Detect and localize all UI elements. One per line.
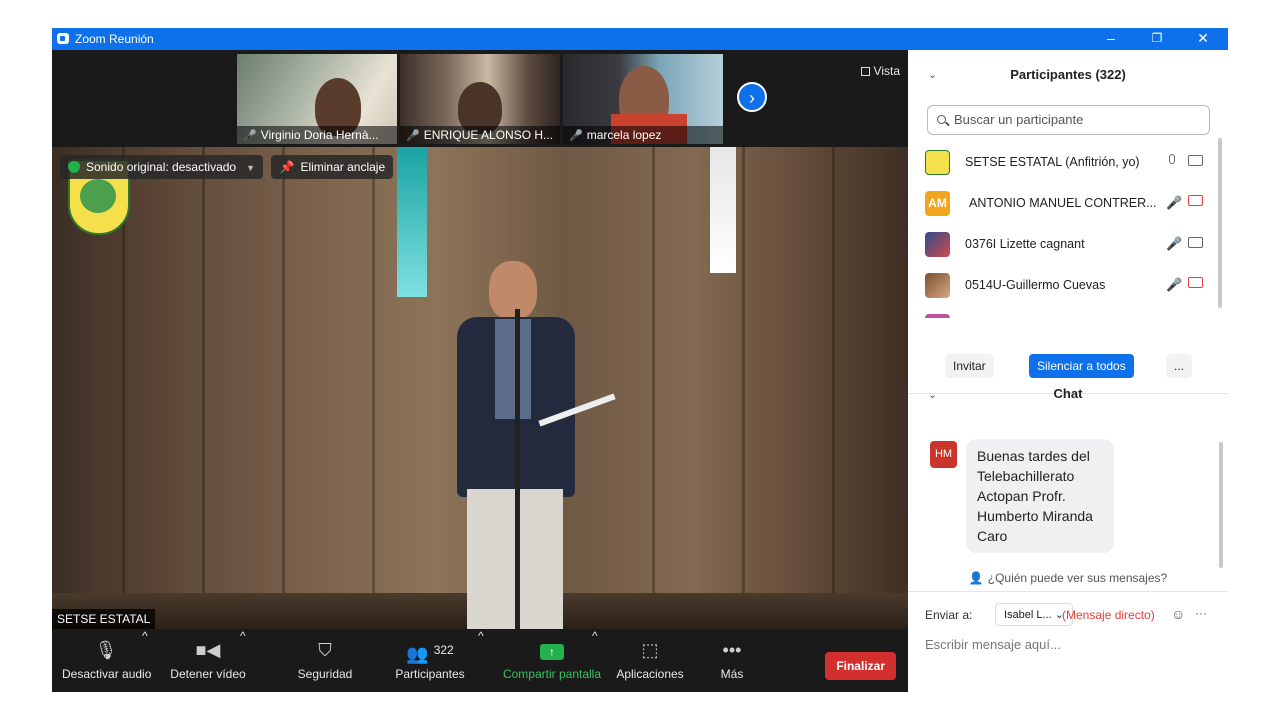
grid-icon [860,67,870,76]
close-button[interactable]: ✕ [1188,30,1218,47]
unpin-button[interactable]: 📌 Eliminar anclaje [271,155,394,179]
participants-button[interactable]: 👥 322 Participantes [392,629,468,692]
avatar [925,314,950,318]
microphone-icon: 🎙 [94,640,118,660]
chat-title: Chat [1053,386,1083,401]
end-meeting-button[interactable]: Finalizar [825,652,896,680]
participant-list: SETSE ESTATAL (Anfitrión, yo) AM ANTONIO… [908,142,1228,318]
shield-icon: ⛉ [318,640,332,660]
participants-icon: 👥 [406,644,429,664]
chat-sender-avatar: HM [930,441,957,468]
zoom-logo-icon [57,33,69,44]
thumbnail-name: 🎤 ENRIQUE ALONSO H... [400,126,560,144]
mute-all-button[interactable]: Silenciar a todos [1029,354,1134,378]
message-visibility-link[interactable]: 👤 ¿Quién puede ver sus mensajes? [908,571,1228,585]
audio-options-caret-icon[interactable]: ^ [142,629,148,643]
participant-row[interactable]: 0376I Lizette cagnant 🎤 [908,224,1208,265]
thumbnail-strip: 🎤 Virginio Doria Hernà... 🎤 ENRIQUE ALONSO… [52,50,908,147]
participants-more-button[interactable]: ... [1166,354,1193,378]
share-options-caret-icon[interactable]: ^ [592,629,598,643]
participants-options-caret-icon[interactable]: ^ [478,629,484,643]
dropdown-caret-icon: ▼ [246,163,256,173]
meeting-area: 🎤 Virginio Doria Hernà... 🎤 ENRIQUE ALONSO… [52,50,908,692]
stop-video-button[interactable]: ■◀ Detener vídeo [168,629,248,692]
apps-button[interactable]: ⬚ Aplicaciones [614,629,686,692]
mic-muted-icon: 🎤 [406,130,420,142]
mic-muted-icon[interactable]: 🎤 [1166,195,1182,211]
participant-row[interactable] [908,306,1208,318]
mic-muted-icon: 🎤 [569,130,583,142]
divider [908,591,1228,592]
mic-muted-icon[interactable]: 🎤 [1166,277,1182,293]
mute-button[interactable]: 🎙 Desactivar audio [62,629,151,692]
person-info-icon: 👤 [968,571,984,585]
minimize-button[interactable]: – [1096,30,1126,46]
active-speaker-video: Sonido original: desactivado ▼ 📌 Eliminar … [52,147,908,629]
more-button[interactable]: ••• Más [712,629,752,692]
search-icon [937,115,946,124]
chat-more-icon[interactable]: ··· [1195,606,1207,620]
decoration [710,147,736,273]
video-off-icon[interactable] [1188,277,1203,288]
participants-title: Participantes (322) [1010,67,1126,82]
video-off-icon[interactable] [1188,195,1203,206]
chevron-right-icon: › [749,88,755,108]
chat-scrollbar[interactable] [1219,442,1223,568]
view-button[interactable]: Vista [860,64,900,78]
speaker-figure [417,239,616,629]
zoom-window: Zoom Reunión – ❐ ✕ 🎤 Virginio Doria Hernà… [52,28,1228,692]
video-thumbnail[interactable]: 🎤 Virginio Doria Hernà... [237,54,397,144]
share-screen-button[interactable]: ↑ Compartir pantalla [500,629,604,692]
title-bar: Zoom Reunión – ❐ ✕ [52,28,1228,50]
chat-message: Buenas tardes del Telebachillerato Actop… [966,439,1114,553]
thumbnail-name: 🎤 Virginio Doria Hernà... [237,126,397,144]
apps-icon: ⬚ [641,640,659,660]
microphone-icon[interactable] [1169,154,1175,164]
participant-search-input[interactable]: Buscar un participante [927,105,1210,135]
window-title: Zoom Reunión [75,32,154,46]
meeting-toolbar: 🎙 Desactivar audio ^ ■◀ Detener vídeo ^ … [52,629,908,692]
more-dots-icon: ••• [722,640,742,660]
avatar [925,273,950,298]
participants-count: 322 [433,643,454,657]
emoji-icon[interactable]: ☺ [1171,606,1185,622]
security-button[interactable]: ⛉ Seguridad [292,629,358,692]
speaker-name-label: SETSE ESTATAL [52,609,156,629]
video-camera-icon[interactable] [1188,237,1203,248]
participant-row[interactable]: SETSE ESTATAL (Anfitrión, yo) [908,142,1208,183]
security-shield-icon [68,161,80,173]
restore-button[interactable]: ❐ [1142,31,1172,45]
side-panel: ⌄ Participantes (322) Buscar un particip… [908,50,1228,692]
avatar: AM [925,191,950,216]
video-camera-icon[interactable] [1188,155,1203,166]
video-camera-icon: ■◀ [195,640,221,660]
participant-row[interactable]: AM ANTONIO MANUEL CONTRER... 🎤 [908,183,1208,224]
video-badges: Sonido original: desactivado ▼ 📌 Eliminar … [60,155,397,179]
invite-button[interactable]: Invitar [945,354,994,378]
mic-muted-icon[interactable]: 🎤 [1166,236,1182,252]
direct-message-label: (Mensaje directo) [1062,608,1155,622]
participants-scrollbar[interactable] [1218,138,1222,308]
thumbnail-name: 🎤 marcela lopez [563,126,723,144]
share-arrow-icon: ↑ [540,644,564,660]
video-thumbnail[interactable]: 🎤 ENRIQUE ALONSO H... [400,54,560,144]
original-sound-toggle[interactable]: Sonido original: desactivado ▼ [60,155,264,179]
avatar [925,150,950,175]
avatar [925,232,950,257]
pin-icon: 📌 [279,160,295,174]
video-thumbnail[interactable]: 🎤 marcela lopez [563,54,723,144]
send-to-row: Enviar a: Isabel L... ⌄ (Mensaje directo… [925,603,1207,626]
chat-message-input[interactable]: Escribir mensaje aquí... [925,637,1061,652]
participant-row[interactable]: 0514U-Guillermo Cuevas 🎤 [908,265,1208,306]
video-options-caret-icon[interactable]: ^ [240,629,246,643]
next-page-button[interactable]: › [737,82,767,112]
mic-muted-icon: 🎤 [243,130,257,142]
